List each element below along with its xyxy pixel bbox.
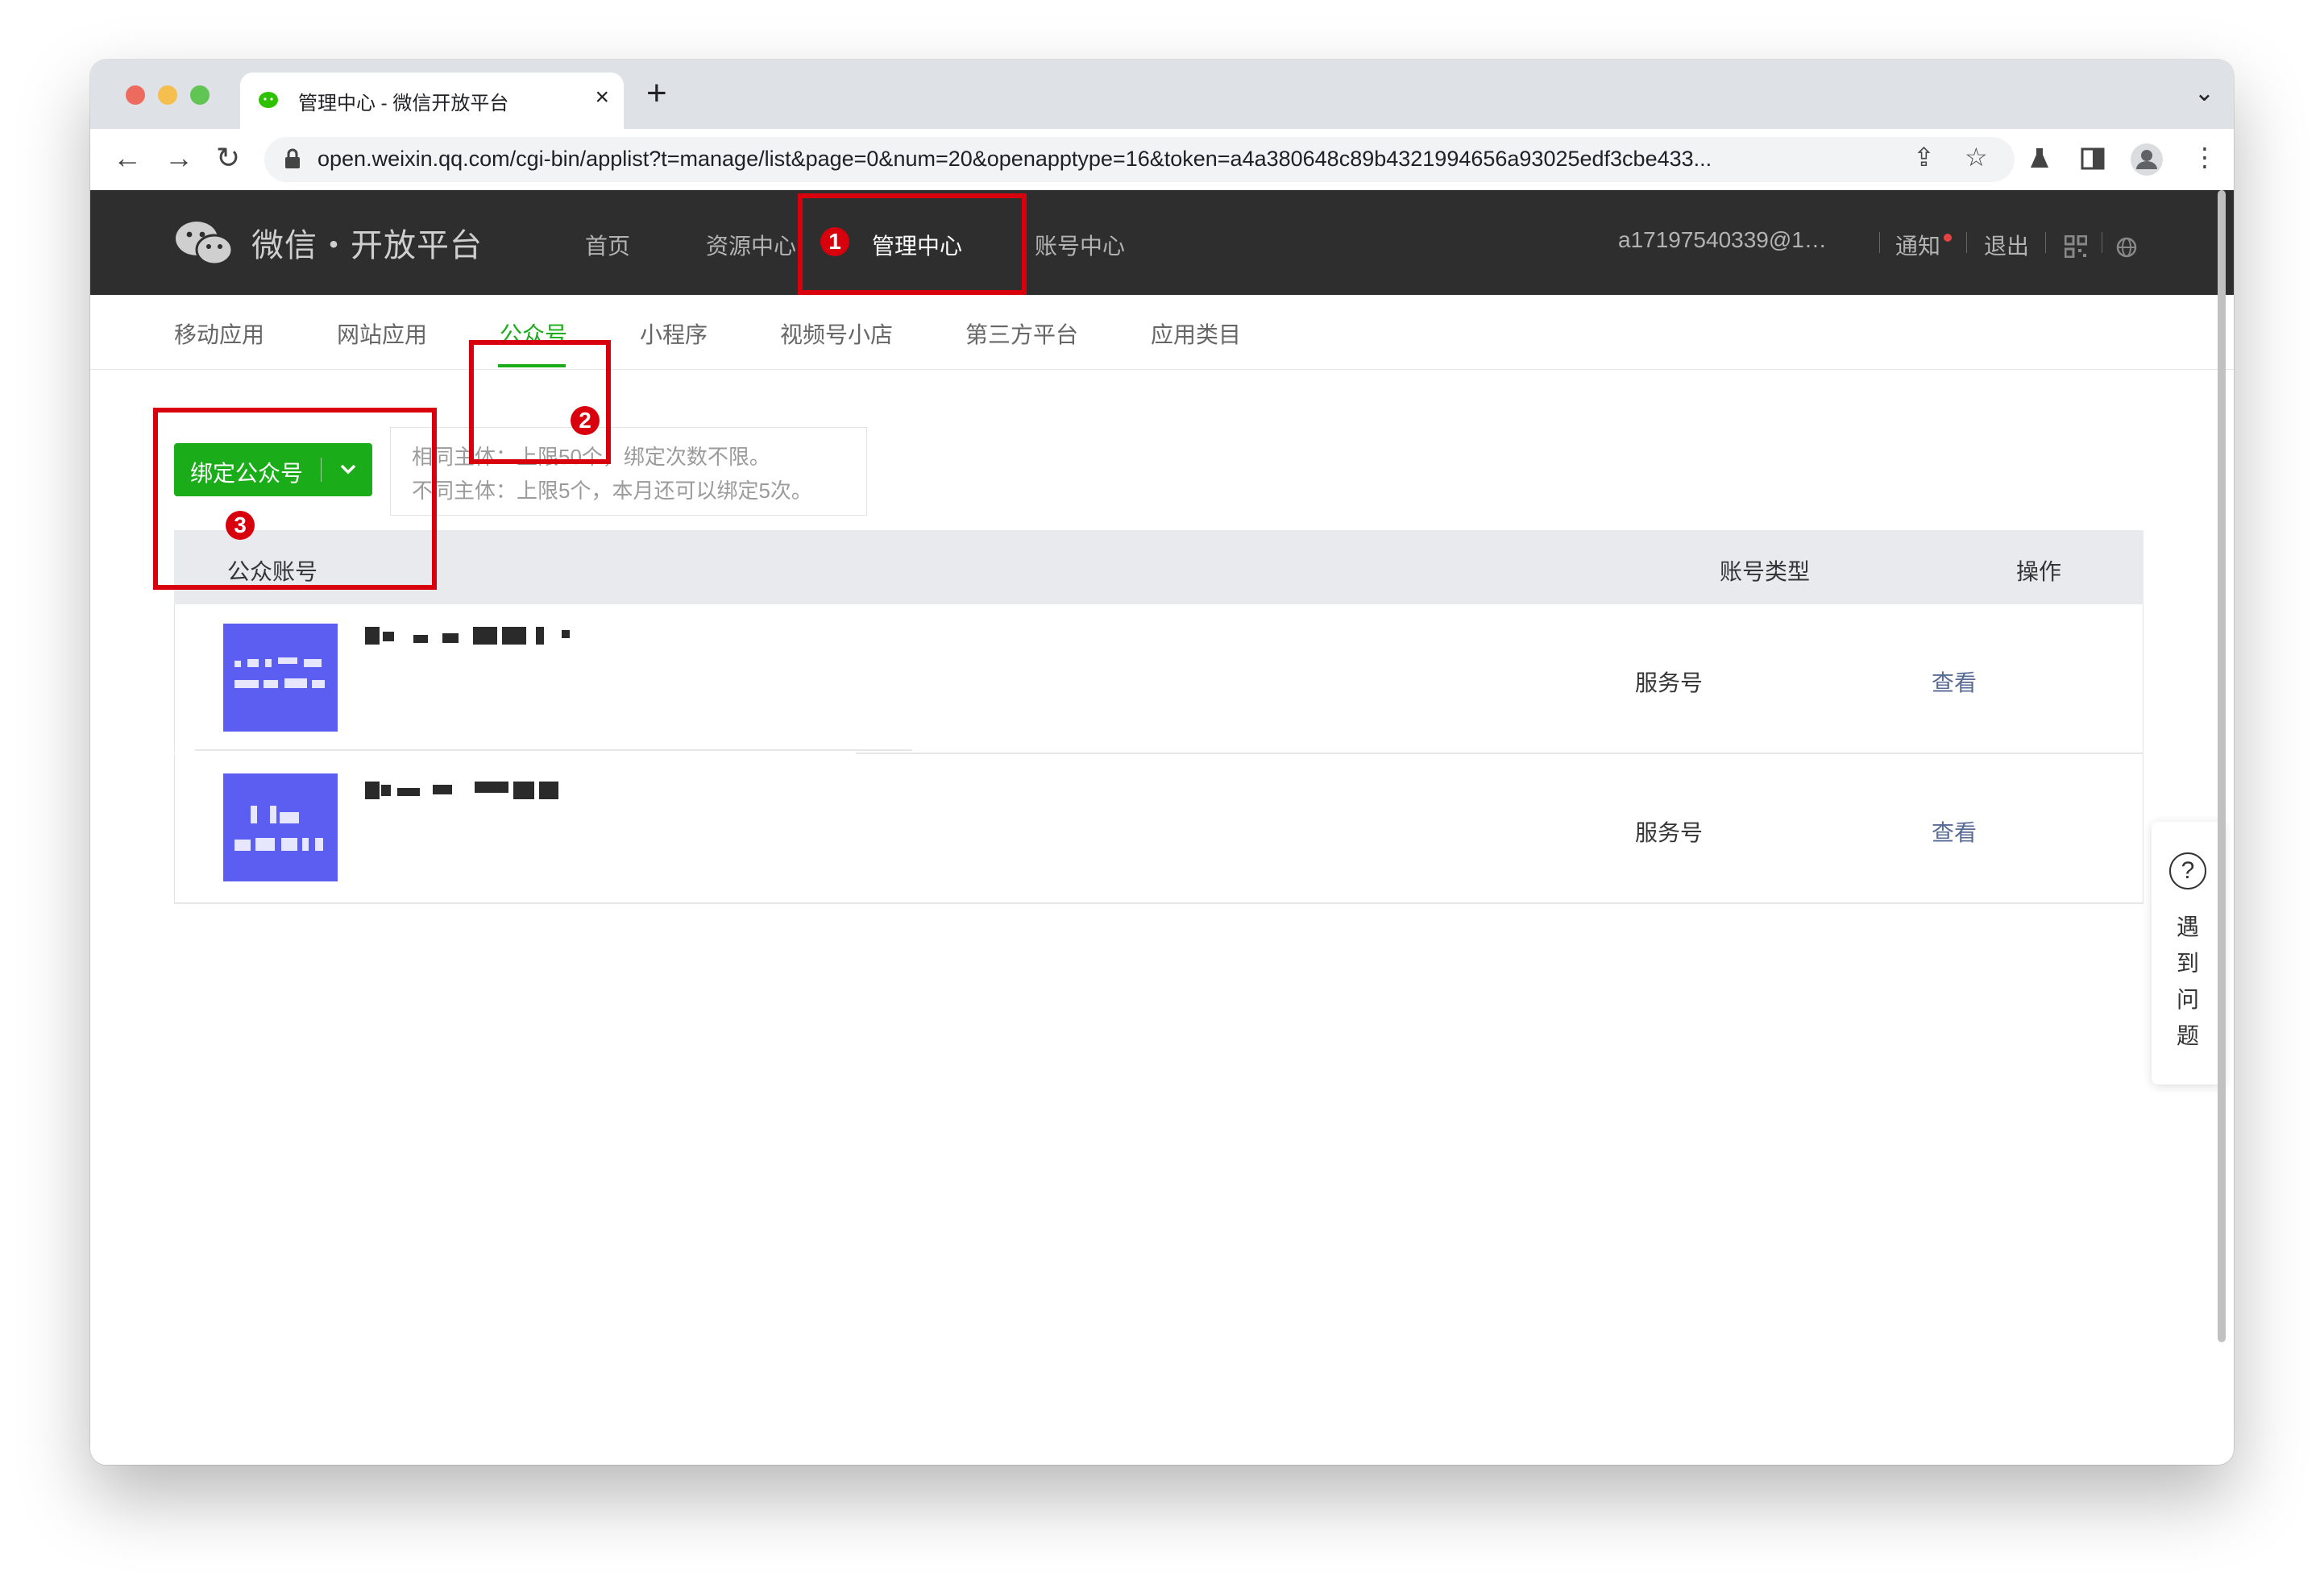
annotation-box-3	[153, 408, 437, 590]
tab-close-icon[interactable]: ×	[595, 84, 609, 111]
url-text: open.weixin.qq.com/cgi-bin/applist?t=man…	[317, 147, 1712, 171]
help-text[interactable]: 遇到问题	[2174, 909, 2202, 1054]
new-tab-button[interactable]: +	[646, 76, 667, 111]
back-button[interactable]: ←	[113, 139, 142, 177]
row-divider	[195, 749, 912, 751]
header-divider	[2045, 232, 2046, 253]
tab-strip: 管理中心 - 微信开放平台 × + ⌄	[90, 60, 2234, 129]
table-row: 服务号 查看	[174, 604, 2143, 753]
account-type: 服务号	[1635, 820, 1704, 845]
row-divider	[174, 902, 2143, 904]
minimize-window-button[interactable]	[158, 85, 177, 105]
subnav-app-category[interactable]: 应用类目	[1151, 317, 1241, 350]
reload-button[interactable]: ↻	[216, 139, 240, 177]
forward-button[interactable]: →	[164, 139, 193, 177]
tab-title: 管理中心 - 微信开放平台	[298, 93, 509, 114]
page-viewport: 微信・开放平台 首页 资源中心 管理中心 账号中心 a17197540339@1…	[90, 190, 2234, 1465]
table-header: 公众账号 账号类型 操作	[174, 530, 2143, 604]
tab-search-icon[interactable]: ⌄	[2194, 79, 2214, 107]
wechat-logo-icon[interactable]	[174, 219, 234, 267]
column-header-action: 操作	[2016, 559, 2062, 584]
account-type: 服务号	[1635, 670, 1704, 695]
browser-menu-icon[interactable]: ⋮	[2192, 142, 2218, 172]
profile-avatar-icon[interactable]	[2129, 142, 2164, 177]
bookmark-star-icon[interactable]: ☆	[1965, 142, 1988, 172]
annotation-box-2	[469, 340, 611, 464]
notification-dot	[1944, 234, 1952, 242]
side-panel-icon[interactable]	[2081, 147, 2105, 171]
site-header: 微信・开放平台 首页 资源中心 管理中心 账号中心 a17197540339@1…	[90, 190, 2234, 295]
view-link[interactable]: 查看	[1932, 666, 1977, 698]
annotation-badge-1: 1	[820, 227, 849, 256]
view-link[interactable]: 查看	[1932, 815, 1977, 848]
qrcode-icon[interactable]	[2065, 235, 2087, 258]
column-header-type: 账号类型	[1720, 559, 1811, 584]
nav-resource-center[interactable]: 资源中心	[706, 229, 796, 261]
close-window-button[interactable]	[126, 85, 145, 105]
page-scrollbar[interactable]	[2218, 190, 2226, 1342]
address-bar[interactable]: open.weixin.qq.com/cgi-bin/applist?t=man…	[264, 137, 2015, 182]
wechat-favicon-icon	[259, 92, 278, 108]
subnav-channels-shop[interactable]: 视频号小店	[780, 317, 893, 350]
tip-different-entity: 不同主体：上限5个，本月还可以绑定5次。	[412, 479, 812, 503]
nav-account-center[interactable]: 账号中心	[1035, 229, 1125, 261]
browser-tab[interactable]: 管理中心 - 微信开放平台 ×	[240, 73, 624, 129]
bind-limit-tooltip: 相同主体：上限50个，绑定次数不限。 不同主体：上限5个，本月还可以绑定5次。	[390, 427, 867, 516]
sub-navigation: 移动应用 网站应用 公众号 小程序 视频号小店 第三方平台 应用类目	[90, 295, 2234, 370]
nav-home[interactable]: 首页	[585, 229, 630, 261]
header-divider	[1966, 232, 1967, 253]
help-float-panel[interactable]: ? 遇到问题	[2152, 822, 2224, 1084]
lock-icon	[285, 148, 300, 168]
subnav-website-app[interactable]: 网站应用	[337, 317, 427, 350]
header-divider	[1879, 232, 1880, 253]
share-icon[interactable]: ⇪	[1913, 142, 1935, 172]
annotation-badge-3: 3	[226, 511, 255, 540]
subnav-mini-program[interactable]: 小程序	[640, 317, 708, 350]
maximize-window-button[interactable]	[190, 85, 210, 105]
labs-flask-icon[interactable]	[2029, 147, 2050, 171]
help-question-icon[interactable]: ?	[2169, 852, 2206, 889]
language-globe-icon[interactable]	[2116, 237, 2137, 258]
table-row: 服务号 查看	[174, 754, 2143, 902]
notifications-link[interactable]: 通知	[1895, 229, 1940, 261]
annotation-badge-2: 2	[571, 406, 600, 435]
logout-link[interactable]: 退出	[1984, 229, 2029, 261]
account-avatar	[223, 773, 338, 881]
subnav-third-party-platform[interactable]: 第三方平台	[965, 317, 1078, 350]
user-account-name[interactable]: a17197540339@1…	[1618, 227, 1827, 253]
browser-toolbar: ← → ↻ open.weixin.qq.com/cgi-bin/applist…	[90, 129, 2234, 191]
browser-window: 管理中心 - 微信开放平台 × + ⌄ ← → ↻ open.weixin.qq…	[90, 60, 2234, 1465]
subnav-mobile-app[interactable]: 移动应用	[174, 317, 264, 350]
account-avatar	[223, 624, 338, 732]
site-logo-text[interactable]: 微信・开放平台	[251, 219, 483, 266]
